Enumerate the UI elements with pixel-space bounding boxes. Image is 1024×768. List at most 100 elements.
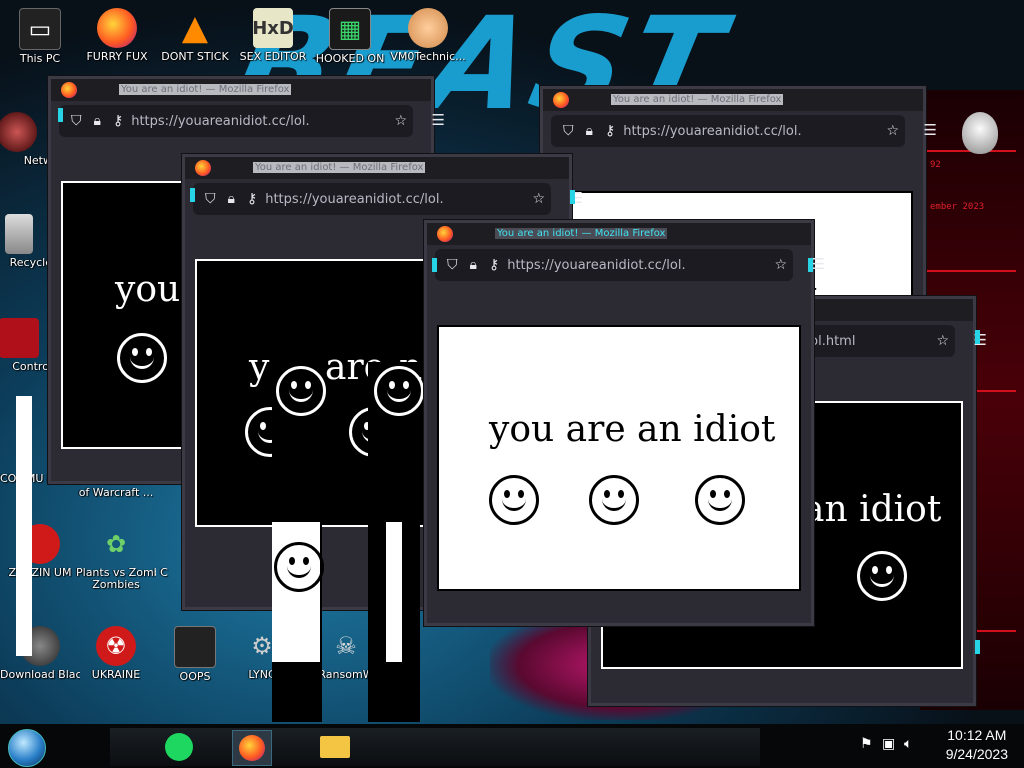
desktop-icon-label: VM0Technic... [390,50,466,63]
desktop-icon-label: Download Black Ali... [0,668,80,681]
smiley-icon [857,551,907,601]
network-icon [0,112,37,152]
plant-icon: ✿ [105,530,127,558]
url-text[interactable]: https://youareanidiot.cc/lol. [265,192,443,207]
title-bar[interactable]: You are an idiot! — Mozilla Firefox [543,89,923,111]
title-bar[interactable]: You are an idiot! — Mozilla Firefox [51,79,431,101]
desktop-icon-download-black-alien[interactable]: Download Black Ali... [0,626,80,681]
taskbar-center [110,728,760,766]
spotify-icon [165,733,193,761]
url-text[interactable]: https://youareanidiot.cc/lol. [131,114,309,129]
desktop-icon-sex-editor[interactable]: HxD SEX EDITOR [233,8,313,63]
monitor-icon: ▭ [19,8,61,50]
address-bar[interactable]: ⛉ 🔒︎ ⚷ https://youareanidiot.cc/lol. ☆ ☰ [435,249,825,281]
shield-icon[interactable]: ⛉ [71,113,82,129]
window-title: You are an idiot! — Mozilla Firefox [611,94,784,105]
menu-icon[interactable]: ☰ [924,121,937,139]
glitch-strip [16,396,32,656]
firefox-icon [97,8,137,48]
window-title: You are an idiot! — Mozilla Firefox [495,228,668,239]
firefox-icon [553,92,569,108]
smiley-icon [117,333,167,383]
star-icon[interactable]: ☆ [532,191,545,207]
firefox-icon [437,226,453,242]
title-bar[interactable]: You are an idiot! — Mozilla Firefox [427,223,811,245]
lock-icon: 🔒︎ [469,257,477,273]
address-bar[interactable]: ⛉ 🔒︎ ⚷ https://youareanidiot.cc/lol. ☆ ☰ [551,115,937,147]
radiation-icon: ☢ [96,626,136,666]
address-bar[interactable]: ⛉ 🔒︎ ⚷ https://youareanidiot.cc/lol. ☆ ☰ [193,183,583,215]
star-icon[interactable]: ☆ [936,333,949,349]
permissions-icon[interactable]: ⚷ [489,257,499,273]
menu-icon[interactable]: ☰ [812,255,825,273]
desktop-icon-ukraine[interactable]: ☢ UKRAINE [76,626,156,681]
page-text: an idiot [803,489,942,530]
taskbar-firefox[interactable] [232,730,272,766]
skull-icon: ☠ [335,632,357,660]
shield-icon[interactable]: ⛉ [447,257,458,273]
smiley-icon [274,542,324,592]
smiley-icon [489,475,539,525]
computer-icon [174,626,216,668]
desktop-icon-warcraft[interactable]: of Warcraft ... [76,486,156,499]
red-panel-text: 92 [930,160,941,170]
desktop-icon-label: Recycle [9,256,52,269]
network-icon[interactable]: ▣ [882,736,895,752]
glitch-strip [368,362,424,722]
desktop-icon-plants-vs-zombies[interactable]: ✿ Plants vs Zombies Zombies [76,524,156,591]
permissions-icon[interactable]: ⚷ [247,191,257,207]
alien-logo-icon [962,112,998,154]
clock-time: 10:12 AM [947,727,1007,743]
desktop-icon-vm0technic[interactable]: VM0Technic... [388,8,468,63]
url-text[interactable]: https://youareanidiot.cc/lol. [623,124,801,139]
firefox-icon [195,160,211,176]
desktop-icon-zuzzin[interactable]: ZUZZIN UM [0,524,80,579]
glitch-strip [272,362,326,722]
maze-icon: ▦ [329,8,371,50]
desktop-icon-hooked-on[interactable]: ▦ HOOKED ON [310,8,390,65]
desktop-icon-label: FURRY FUX [86,50,148,63]
file-explorer-icon [320,736,350,758]
url-text[interactable]: https://youareanidiot.cc/lol. [507,258,685,273]
desktop-icon-label: Control [12,360,52,373]
control-panel-icon [0,318,39,358]
star-icon[interactable]: ☆ [394,113,407,129]
permissions-icon[interactable]: ⚷ [605,123,615,139]
recycle-bin-icon [5,214,33,254]
desktop-icon-this-pc[interactable]: ▭ This PC [0,8,80,65]
window-title: You are an idiot! — Mozilla Firefox [253,162,426,173]
speaker-icon[interactable]: 🔈︎ [904,736,912,752]
address-bar[interactable]: ⛉ 🔒︎ ⚷ https://youareanidiot.cc/lol. ☆ ☰ [59,105,445,137]
star-icon[interactable]: ☆ [886,123,899,139]
desktop-icon-network[interactable]: Netw [0,112,52,167]
menu-icon[interactable]: ☰ [432,111,445,129]
start-button[interactable] [8,729,46,767]
desktop-icon-dont-stick[interactable]: ▲ DONT STICK [155,8,235,63]
browser-window-active[interactable]: You are an idiot! — Mozilla Firefox ⛉ 🔒︎… [424,220,825,626]
title-bar[interactable]: You are an idiot! — Mozilla Firefox [185,157,569,179]
desktop-icon-furry-fux[interactable]: FURRY FUX [77,8,157,63]
page-content: you are an idiot [437,325,801,591]
flag-icon[interactable]: ⚑ [860,736,873,752]
desktop-icon-label: SEX EDITOR [239,50,307,63]
desktop-icon-label: UKRAINE [91,668,141,681]
desktop-icon-label: DONT STICK [161,50,229,63]
lock-icon: 🔒︎ [227,191,235,207]
page-text: y [249,347,270,388]
red-panel-text: ember 2023 [930,202,985,212]
desktop-icon-control[interactable]: Control [0,318,52,373]
page-text: you [115,269,181,310]
doctor-icon [408,8,448,48]
star-icon[interactable]: ☆ [774,257,787,273]
smiley-icon [276,366,326,416]
desktop-icon-recycle[interactable]: Recycle [0,214,52,269]
permissions-icon[interactable]: ⚷ [113,113,123,129]
smiley-icon [589,475,639,525]
shield-icon[interactable]: ⛉ [205,191,216,207]
system-clock[interactable]: 10:12 AM 9/24/2023 [946,726,1008,764]
shield-icon[interactable]: ⛉ [563,123,574,139]
lock-icon: 🔒︎ [585,123,593,139]
taskbar-file-explorer[interactable] [316,730,354,764]
lock-icon: 🔒︎ [93,113,101,129]
taskbar-spotify[interactable] [160,730,198,764]
